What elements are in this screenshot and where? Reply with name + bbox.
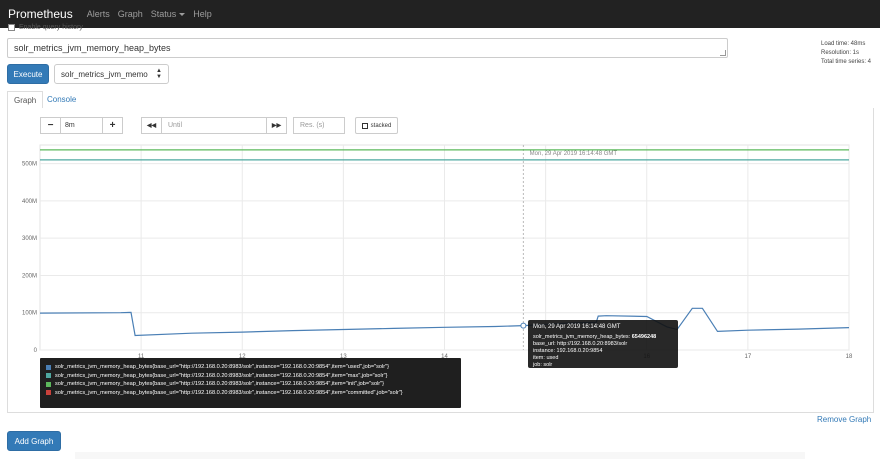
legend-label: solr_metrics_jvm_memory_heap_bytes{base_… xyxy=(55,372,388,379)
chevron-down-icon xyxy=(179,13,186,17)
total-series: Total time series: 4 xyxy=(821,59,872,65)
tooltip-metric-value: 65496248 xyxy=(631,334,657,340)
until-input[interactable]: Until xyxy=(162,117,266,134)
expression-input[interactable]: solr_metrics_jvm_memory_heap_bytes xyxy=(7,38,728,58)
tooltip-time: Mon, 29 Apr 2019 16:14:48 GMT xyxy=(533,324,621,330)
legend-item[interactable]: solr_metrics_jvm_memory_heap_bytes{base_… xyxy=(46,380,455,389)
tooltip-item: item: used xyxy=(533,355,559,361)
legend-swatch xyxy=(46,373,51,379)
load-time: Load time: 48ms xyxy=(821,41,866,47)
tooltip-metric-row: solr_metrics_jvm_memory_heap_bytes: 6549… xyxy=(533,334,673,341)
range-input[interactable]: 8m xyxy=(61,117,102,134)
y-tick-label: 300M xyxy=(22,236,37,242)
end-time-control: ◀◀ Until ▶▶ xyxy=(141,117,287,134)
nav-status-dropdown[interactable]: Status xyxy=(151,9,186,19)
hover-point xyxy=(520,322,527,329)
stacked-checkbox[interactable] xyxy=(361,122,368,129)
add-graph-button[interactable]: Add Graph xyxy=(7,431,61,451)
x-tick-label: 17 xyxy=(745,354,752,360)
tooltip-instance: instance: 192.168.0.20:9854 xyxy=(533,348,603,354)
legend-swatch xyxy=(46,390,51,396)
legend-swatch xyxy=(46,364,51,370)
nav-graph-link[interactable]: Graph xyxy=(118,9,143,19)
nav-status-label: Status xyxy=(150,9,177,19)
remove-graph-link[interactable]: Remove Graph xyxy=(817,415,871,424)
resize-grip-icon[interactable] xyxy=(720,50,726,56)
stacked-label: stacked xyxy=(370,122,392,129)
x-tick-label: 18 xyxy=(846,354,853,360)
legend-swatch xyxy=(46,381,51,387)
legend-item[interactable]: solr_metrics_jvm_memory_heap_bytes{base_… xyxy=(46,363,455,372)
legend-label: solr_metrics_jvm_memory_heap_bytes{base_… xyxy=(55,389,403,396)
query-history-toggle[interactable]: Enable query history xyxy=(8,24,83,31)
bottom-divider xyxy=(75,452,805,459)
stacked-toggle[interactable]: stacked xyxy=(355,117,398,134)
y-tick-label: 500M xyxy=(22,162,37,168)
brand-logo[interactable]: Prometheus xyxy=(8,7,73,21)
tooltip-metric-key: solr_metrics_jvm_memory_heap_bytes: xyxy=(533,334,631,340)
step-forward-button[interactable]: ▶▶ xyxy=(266,117,287,134)
select-arrows-icon: ▲︎ ▼︎ xyxy=(156,68,162,80)
resolution: Resolution: 1s xyxy=(821,50,860,56)
range-control: − 8m + xyxy=(40,117,123,134)
resolution-input[interactable]: Res. (s) xyxy=(293,117,345,134)
metric-select-value: solr_metrics_jvm_memo xyxy=(61,69,148,79)
hover-time-label: Mon, 29 Apr 2019 16:14:48 GMT xyxy=(530,151,618,157)
top-navbar: Prometheus Alerts Graph Status Help xyxy=(0,0,880,28)
tooltip-base-url: base_url: http://192.168.0.20:8983/solr xyxy=(533,341,628,347)
series-legend: solr_metrics_jvm_memory_heap_bytes{base_… xyxy=(40,358,461,408)
legend-label: solr_metrics_jvm_memory_heap_bytes{base_… xyxy=(55,364,390,370)
legend-item[interactable]: solr_metrics_jvm_memory_heap_bytes{base_… xyxy=(46,389,455,398)
tab-graph[interactable]: Graph xyxy=(7,91,44,109)
query-stats: Load time: 48ms Resolution: 1s Total tim… xyxy=(821,40,871,67)
shrink-range-button[interactable]: − xyxy=(40,117,61,134)
history-label: Enable query history xyxy=(19,24,83,31)
execute-button[interactable]: Execute xyxy=(7,64,49,84)
tab-bar: Graph Console xyxy=(7,91,874,109)
nav-alerts-link[interactable]: Alerts xyxy=(87,9,110,19)
hover-tooltip: Mon, 29 Apr 2019 16:14:48 GMT solr_metri… xyxy=(528,320,678,368)
metric-select[interactable]: solr_metrics_jvm_memo ▲︎ ▼︎ xyxy=(54,64,169,84)
tooltip-job: job: solr xyxy=(533,362,553,368)
tab-console[interactable]: Console xyxy=(41,91,82,109)
expression-text: solr_metrics_jvm_memory_heap_bytes xyxy=(14,43,171,53)
legend-label: solr_metrics_jvm_memory_heap_bytes{base_… xyxy=(55,381,385,387)
y-tick-label: 100M xyxy=(22,311,37,317)
step-back-button[interactable]: ◀◀ xyxy=(141,117,162,134)
y-tick-label: 200M xyxy=(22,273,37,279)
expand-range-button[interactable]: + xyxy=(102,117,123,134)
legend-item[interactable]: solr_metrics_jvm_memory_heap_bytes{base_… xyxy=(46,372,455,381)
nav-help-link[interactable]: Help xyxy=(193,9,212,19)
y-tick-label: 400M xyxy=(22,199,37,205)
history-checkbox[interactable] xyxy=(8,24,15,31)
